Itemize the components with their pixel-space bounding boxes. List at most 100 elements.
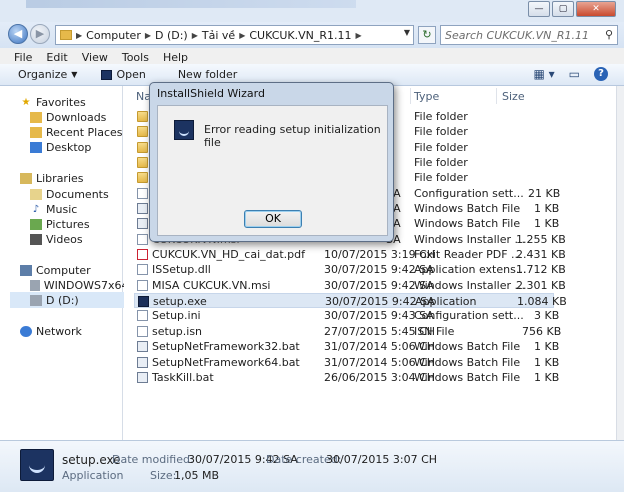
column-divider [496, 88, 497, 104]
drive-icon [30, 294, 42, 306]
list-item[interactable]: CUKCUK.VN_HD_cai_dat.pdf 10/07/2015 3:19 … [134, 247, 566, 262]
search-input[interactable]: Search CUKCUK.VN_R1.11 ⚲ [440, 25, 618, 45]
chevron-right-icon: ▶ [76, 30, 83, 40]
minimize-button[interactable]: — [528, 1, 550, 17]
breadcrumb-computer[interactable]: Computer [86, 29, 141, 42]
menu-file[interactable]: File [14, 51, 32, 64]
maximize-button[interactable]: ▢ [552, 1, 574, 17]
view-controls: ▦ ▾ ▭ ? [533, 67, 608, 81]
open-label: Open [116, 68, 146, 81]
back-button[interactable]: ◀ [8, 24, 28, 44]
setup-exe-icon [138, 296, 149, 307]
drive-icon [30, 279, 40, 291]
file-type: Application [415, 295, 477, 308]
file-type: File folder [414, 125, 468, 138]
list-item[interactable]: SetupNetFramework32.bat 31/07/2014 5:06 C… [134, 339, 559, 354]
help-icon[interactable]: ? [594, 67, 608, 81]
view-options-icon[interactable]: ▦ ▾ [533, 67, 554, 81]
installer-file-icon [137, 280, 148, 291]
menu-help[interactable]: Help [163, 51, 188, 64]
file-size: 1 KB [534, 217, 560, 230]
pictures-icon [30, 218, 42, 230]
file-size: 1 KB [534, 356, 560, 369]
folder-icon [137, 126, 148, 137]
new-folder-button[interactable]: New folder [154, 68, 245, 81]
folder-icon [137, 111, 148, 122]
file-type: ISN File [414, 325, 455, 338]
nav-drive-d[interactable]: D (D:) [10, 292, 132, 308]
file-size: 1 KB [534, 340, 560, 353]
file-size: 21 KB [528, 187, 561, 200]
refresh-button[interactable]: ↻ [418, 26, 436, 44]
file-size: 3 KB [534, 309, 560, 322]
nav-recent-label: Recent Places [46, 125, 123, 139]
folder-icon [137, 172, 148, 183]
file-type: Windows Batch File [414, 356, 521, 369]
list-item[interactable]: MISA CUKCUK.VN.msi 30/07/2015 9:42 SA Wind… [134, 278, 566, 293]
list-item[interactable]: TaskKill.bat 26/06/2015 3:04 CH Windows Ba… [134, 370, 559, 385]
batch-file-icon [137, 372, 148, 383]
file-name: setup.exe [153, 295, 207, 308]
nav-libraries-label: Libraries [36, 171, 84, 185]
network-icon [20, 325, 32, 337]
file-type: Foxit Reader PDF ... [414, 248, 522, 261]
list-item[interactable]: SetupNetFramework64.bat 31/07/2014 5:06 C… [134, 355, 559, 370]
file-name: ISSetup.dll [152, 263, 211, 276]
desktop-icon [30, 141, 42, 153]
breadcrumb-tai-ve[interactable]: Tải về [202, 29, 235, 42]
close-button[interactable]: ✕ [576, 1, 616, 17]
list-item[interactable]: setup.isn 27/07/2015 5:45 CH ISN File 756 K… [134, 324, 561, 339]
search-icon: ⚲ [604, 28, 613, 41]
file-type: Windows Installer ... [414, 279, 525, 292]
file-name: setup.isn [152, 325, 203, 338]
nav-drive-d-label: D (D:) [46, 293, 79, 307]
vertical-scrollbar[interactable] [616, 86, 624, 440]
chevron-right-icon: ▶ [191, 30, 198, 40]
details-modified-label: Date modified: [112, 453, 194, 466]
forward-button[interactable]: ▶ [30, 24, 50, 44]
batch-file-icon [137, 341, 148, 352]
address-dropdown-icon[interactable]: ▼ [404, 28, 410, 37]
breadcrumb-cukcuk[interactable]: CUKCUK.VN_R1.11 [249, 29, 351, 42]
navigation-pane: ★ Favorites Downloads Recent Places Deskt… [0, 86, 152, 440]
nav-videos-label: Videos [46, 232, 83, 246]
open-icon [101, 69, 113, 80]
file-name: TaskKill.bat [152, 371, 214, 384]
list-item[interactable]: Setup.ini 30/07/2015 9:43 SA Configuration… [134, 308, 559, 323]
file-type: File folder [414, 141, 468, 154]
preview-pane-icon[interactable]: ▭ [569, 67, 580, 81]
details-created-value: 30/07/2015 3:07 CH [326, 453, 438, 466]
list-item-selected[interactable]: setup.exe 30/07/2015 9:42 SA Application 1.… [134, 293, 567, 308]
new-folder-label: New folder [177, 68, 238, 81]
address-box[interactable]: ▶ Computer ▶ D (D:) ▶ Tải về ▶ CUKCUK.VN… [55, 25, 414, 45]
file-name: MISA CUKCUK.VN.msi [152, 279, 271, 292]
dialog-body: Error reading setup initialization file … [157, 105, 388, 236]
nav-documents-label: Documents [46, 187, 109, 201]
file-type: File folder [414, 156, 468, 169]
menu-edit[interactable]: Edit [46, 51, 67, 64]
window-controls: — ▢ ✕ [528, 1, 616, 17]
file-type: Application extens... [414, 263, 527, 276]
column-size[interactable]: Size [502, 86, 525, 106]
computer-icon [20, 264, 32, 276]
file-type: Windows Batch File [414, 217, 521, 230]
menu-tools[interactable]: Tools [122, 51, 149, 64]
chevron-right-icon: ▶ [239, 30, 246, 40]
chevron-right-icon: ▶ [355, 30, 362, 40]
ok-button[interactable]: OK [244, 210, 302, 228]
folder-icon [137, 157, 148, 168]
list-item[interactable]: ISSetup.dll 30/07/2015 9:42 SA Application… [134, 262, 566, 277]
file-type: File folder [414, 171, 468, 184]
menu-view[interactable]: View [82, 51, 108, 64]
nav-music-label: Music [46, 202, 78, 216]
open-button[interactable]: Open [85, 68, 153, 81]
music-icon: ♪ [32, 203, 40, 215]
file-size: 2.301 KB [516, 279, 566, 292]
file-type: Windows Batch File [414, 202, 521, 215]
details-size-label: Size: [150, 469, 177, 482]
title-text-blurred [26, 0, 356, 8]
column-type[interactable]: Type [414, 86, 439, 106]
file-type: File folder [414, 110, 468, 123]
organize-button[interactable]: Organize ▼ [0, 68, 85, 81]
breadcrumb-drive-d[interactable]: D (D:) [155, 29, 188, 42]
